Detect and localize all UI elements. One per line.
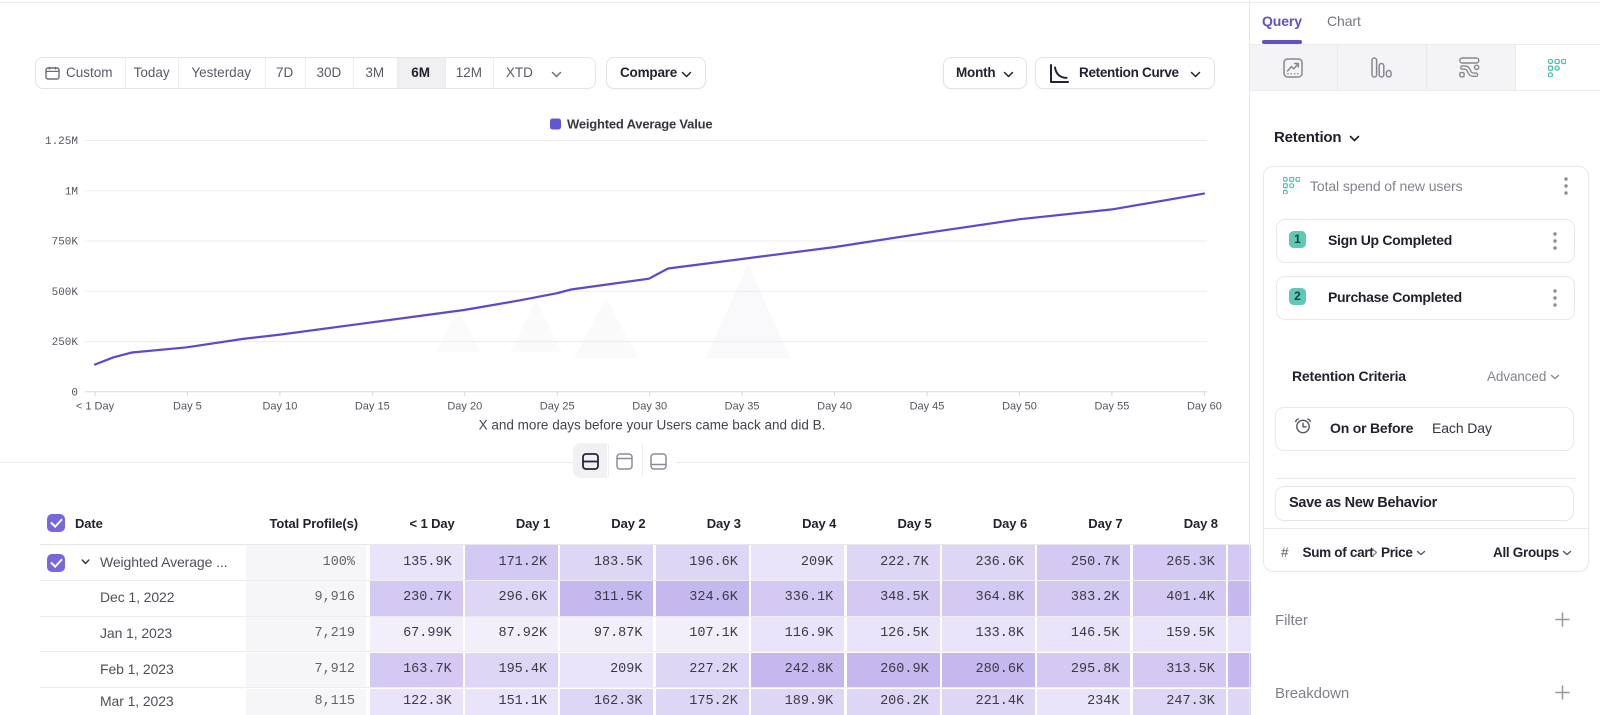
svg-text:Day 45: Day 45 xyxy=(910,401,945,413)
svg-text:X and more days before your Us: X and more days before your Users came b… xyxy=(479,418,826,433)
svg-text:1.25M: 1.25M xyxy=(45,136,78,148)
svg-text:1M: 1M xyxy=(65,186,78,198)
svg-text:250K: 250K xyxy=(52,337,79,349)
svg-text:750K: 750K xyxy=(52,237,79,249)
svg-text:Weighted Average Value: Weighted Average Value xyxy=(567,117,712,132)
svg-text:Day 10: Day 10 xyxy=(262,401,297,413)
svg-text:0: 0 xyxy=(71,387,78,399)
svg-text:Day 60: Day 60 xyxy=(1187,401,1222,413)
svg-text:Day 35: Day 35 xyxy=(725,401,760,413)
svg-text:< 1 Day: < 1 Day xyxy=(76,401,115,413)
svg-text:Day 55: Day 55 xyxy=(1094,401,1129,413)
svg-text:Day 50: Day 50 xyxy=(1002,401,1037,413)
svg-text:Day 20: Day 20 xyxy=(447,401,482,413)
svg-text:Day 25: Day 25 xyxy=(540,401,575,413)
svg-text:Day 30: Day 30 xyxy=(632,401,667,413)
svg-text:Day 40: Day 40 xyxy=(817,401,852,413)
svg-text:500K: 500K xyxy=(52,287,79,299)
svg-text:Day 15: Day 15 xyxy=(355,401,390,413)
svg-text:Day 5: Day 5 xyxy=(173,401,202,413)
